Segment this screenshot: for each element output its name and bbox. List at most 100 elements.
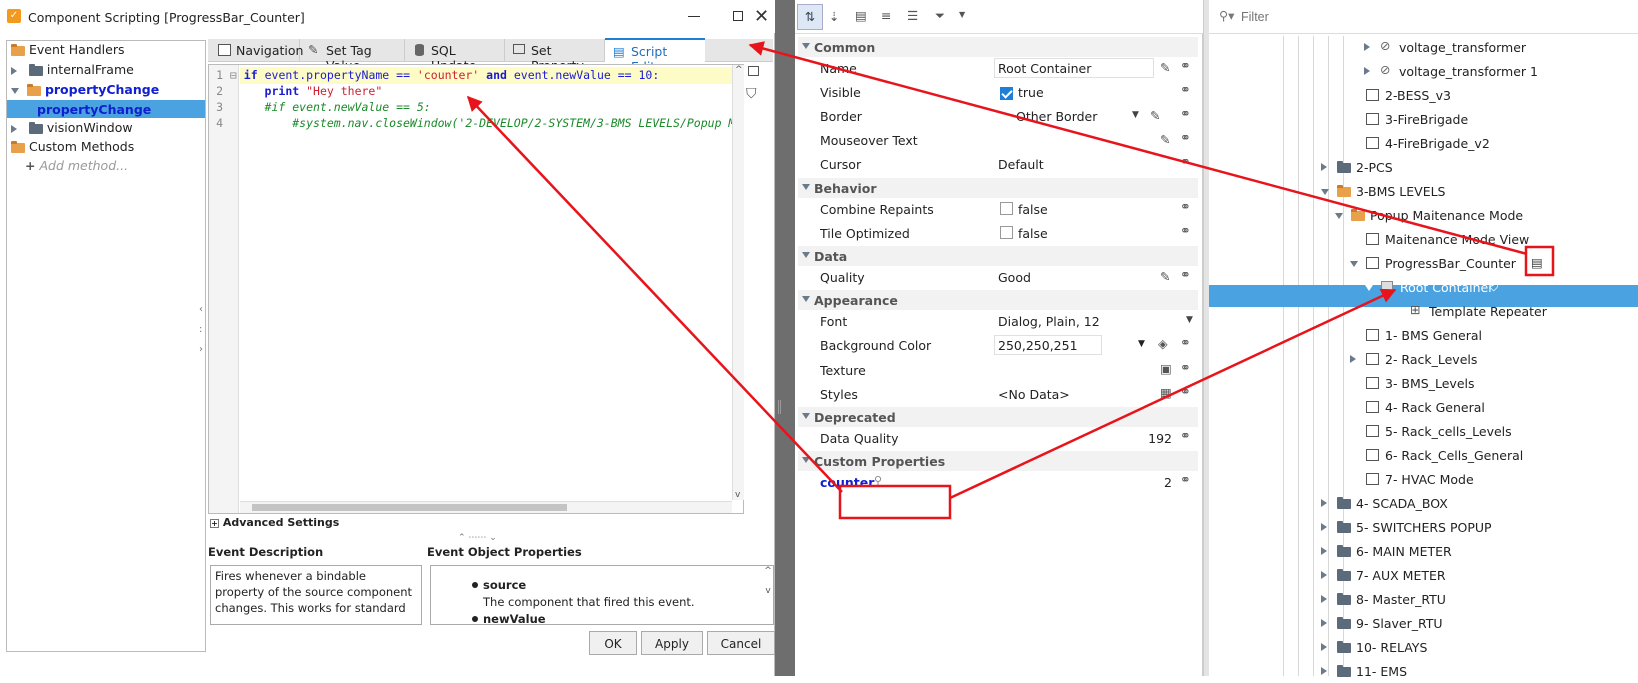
close-icon[interactable]: ✕ <box>754 6 769 27</box>
collapse-icon[interactable] <box>1350 261 1358 267</box>
edit-icon[interactable]: ✎ <box>1160 60 1170 75</box>
prop-styles[interactable]: Styles <No Data> ▦ ⚭ <box>798 382 1198 406</box>
prop-visible[interactable]: Visible true ⚭ <box>798 80 1198 104</box>
expand-icon[interactable] <box>1364 67 1370 75</box>
collapse-icon[interactable] <box>802 43 810 49</box>
sort-alpha-icon[interactable]: ⇣ <box>829 9 839 24</box>
script-icon[interactable]: ▤ <box>1531 255 1543 270</box>
chevron-down-icon[interactable]: ▼ <box>959 10 965 19</box>
binding-link-icon[interactable]: ⚭ <box>1180 107 1191 122</box>
collapse-icon[interactable] <box>802 457 810 463</box>
tree-event-handlers[interactable]: Event Handlers <box>11 42 125 64</box>
collapse-icon[interactable] <box>1335 213 1343 219</box>
collapse-icon[interactable] <box>802 296 810 302</box>
expand-icon[interactable] <box>1321 571 1327 579</box>
collapse-handle[interactable] <box>778 400 781 414</box>
tree-internalframe[interactable]: internalFrame <box>11 62 134 84</box>
tab-navigation[interactable]: Navigation <box>208 39 303 62</box>
filter-icon[interactable]: ⏷ <box>935 8 945 24</box>
binding-link-icon[interactable]: ⚭ <box>1180 385 1191 400</box>
category-behavior[interactable]: Behavior <box>798 178 1198 198</box>
expand-icon[interactable] <box>1321 595 1327 603</box>
expand-icon[interactable] <box>1321 163 1327 171</box>
list-icon[interactable]: ▤ <box>855 8 867 23</box>
binding-link-icon[interactable]: ⚭ <box>1180 131 1191 146</box>
binding-link-icon[interactable]: ⚭ <box>1180 200 1191 215</box>
visible-checkbox[interactable] <box>1000 87 1013 100</box>
expand-icon[interactable] <box>1321 547 1327 555</box>
binding-link-icon[interactable]: ⚭ <box>1180 336 1191 351</box>
expand-icon[interactable] <box>1321 499 1327 507</box>
prop-cursor[interactable]: Cursor Default ⚭ <box>798 152 1198 176</box>
edit-icon[interactable]: ✎ <box>1150 108 1160 123</box>
expand-icon[interactable] <box>1321 619 1327 627</box>
edit-icon[interactable]: ✎ <box>1160 132 1170 147</box>
edit-icon[interactable]: ✎ <box>1160 269 1170 284</box>
dropdown-arrow-icon[interactable]: ▼ <box>1138 339 1145 349</box>
binding-link-icon[interactable]: ⚭ <box>1180 473 1191 488</box>
prop-tile-optimized[interactable]: Tile Optimized false ⚭ <box>798 221 1198 245</box>
collapse-icon[interactable] <box>802 184 810 190</box>
collapse-icon[interactable] <box>11 87 19 94</box>
prop-background-color[interactable]: Background Color 250,250,251 ▼ ◈ ⚭ <box>798 333 1198 357</box>
prop-name[interactable]: Name Root Container ✎ ⚭ <box>798 56 1198 80</box>
splitter-handle[interactable]: ‹: › <box>199 300 203 360</box>
collapse-icon[interactable] <box>802 252 810 258</box>
snippets-icon[interactable] <box>748 66 759 76</box>
prop-quality[interactable]: Quality Good ✎ ⚭ <box>798 265 1198 289</box>
binding-link-icon[interactable]: ⚭ <box>1180 224 1191 239</box>
collapse-all-icon[interactable]: ☰ <box>907 8 918 23</box>
tab-script-editor[interactable]: ▤Script Editor <box>605 38 705 74</box>
resize-divider-icon[interactable]: ⌃ ⋯⋯ ⌄ <box>458 533 497 543</box>
image-folder-icon[interactable]: ▣ <box>1160 361 1172 376</box>
tab-sql-update[interactable]: SQL Update <box>405 39 505 73</box>
expand-icon[interactable] <box>1350 355 1356 363</box>
category-appearance[interactable]: Appearance <box>798 290 1198 310</box>
cancel-button[interactable]: Cancel <box>707 631 775 655</box>
prop-border[interactable]: Border Other Border ▼ ✎ ⚭ <box>798 104 1198 128</box>
expand-all-icon[interactable]: ≡ <box>881 8 891 23</box>
category-data[interactable]: Data <box>798 246 1198 266</box>
collapse-icon[interactable] <box>1321 189 1329 195</box>
expand-icon[interactable] <box>1321 643 1327 651</box>
category-deprecated[interactable]: Deprecated <box>798 407 1198 427</box>
prop-texture[interactable]: Texture ▣ ⚭ <box>798 358 1198 382</box>
event-object-scrollbar[interactable]: ^ v <box>763 566 773 624</box>
binding-link-icon[interactable]: ⚭ <box>1180 429 1191 444</box>
prop-counter[interactable]: counter ⚲ 2 ⚭ <box>798 470 1198 494</box>
binding-link-icon[interactable]: ⚭ <box>1180 361 1191 376</box>
tab-set-property[interactable]: Set Property <box>505 39 605 73</box>
tab-set-tag-value[interactable]: ✎Set Tag Value <box>300 39 405 73</box>
horizontal-scrollbar[interactable] <box>240 501 732 513</box>
tree-add-method[interactable]: + Add method... <box>25 158 128 180</box>
minimize-icon[interactable] <box>688 16 700 17</box>
sort-natural-icon[interactable]: ⇅ <box>797 4 823 30</box>
ok-button[interactable]: OK <box>589 631 637 655</box>
expand-icon[interactable] <box>11 124 17 133</box>
expand-icon[interactable] <box>1364 43 1370 51</box>
prop-font[interactable]: Font Dialog, Plain, 12 ▼ <box>798 309 1198 333</box>
vertical-scrollbar[interactable]: ^ v <box>732 65 744 500</box>
binding-link-icon[interactable]: ⚭ <box>1180 83 1191 98</box>
expand-icon[interactable] <box>1321 523 1327 531</box>
apply-button[interactable]: Apply <box>641 631 703 655</box>
advanced-settings-toggle[interactable]: + Advanced Settings <box>210 516 339 529</box>
dropdown-arrow-icon[interactable]: ▼ <box>1186 315 1193 325</box>
dropdown-arrow-icon[interactable]: ▼ <box>1132 110 1139 120</box>
binding-link-icon[interactable]: ⚭ <box>1180 268 1191 283</box>
category-custom-properties[interactable]: Custom Properties <box>798 451 1198 471</box>
expand-icon[interactable] <box>11 66 17 75</box>
paint-bucket-icon[interactable]: ◈ <box>1158 336 1168 351</box>
tree-propertychange-selected[interactable]: propertyChange <box>7 100 205 118</box>
category-common[interactable]: Common <box>798 37 1198 57</box>
tag-browser-icon[interactable]: ⛉ <box>746 86 757 102</box>
binding-link-icon[interactable]: ⚭ <box>1180 155 1191 170</box>
prop-mouseover-text[interactable]: Mouseover Text ✎ ⚭ <box>798 128 1198 152</box>
prop-combine-repaints[interactable]: Combine Repaints false ⚭ <box>798 197 1198 221</box>
expand-icon[interactable] <box>1321 667 1327 675</box>
maximize-icon[interactable] <box>733 11 743 21</box>
collapse-icon[interactable] <box>802 413 810 419</box>
combine-repaints-checkbox[interactable] <box>1000 202 1013 215</box>
collapse-icon[interactable] <box>1365 285 1373 291</box>
tile-optimized-checkbox[interactable] <box>1000 226 1013 239</box>
